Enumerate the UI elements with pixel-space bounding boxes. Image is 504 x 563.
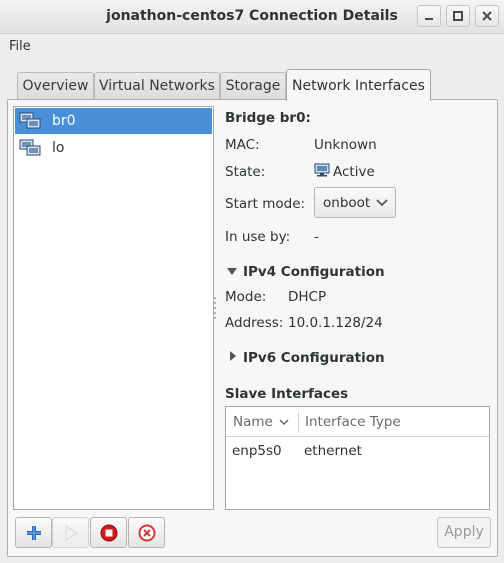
stop-interface-button[interactable] bbox=[90, 517, 127, 548]
interface-label: br0 bbox=[52, 113, 76, 129]
ipv4-address-value: 10.0.1.128/24 bbox=[288, 315, 383, 331]
minimize-button[interactable] bbox=[417, 5, 441, 27]
maximize-button[interactable] bbox=[446, 5, 470, 27]
ipv4-mode-value: DHCP bbox=[288, 289, 327, 305]
in-use-value: - bbox=[314, 229, 319, 245]
stop-icon bbox=[100, 524, 118, 542]
network-computer-icon bbox=[19, 112, 41, 129]
menu-bar: File bbox=[0, 34, 504, 60]
add-icon bbox=[27, 526, 41, 540]
chevron-down-icon bbox=[376, 199, 388, 207]
ipv4-heading[interactable]: IPv4 Configuration bbox=[243, 264, 385, 280]
column-header-interface-type[interactable]: Interface Type bbox=[305, 414, 401, 430]
slave-type-cell: ethernet bbox=[304, 443, 362, 459]
tab-overview[interactable]: Overview bbox=[17, 72, 94, 100]
minimize-icon bbox=[425, 18, 433, 20]
delete-interface-button[interactable] bbox=[128, 517, 165, 548]
ipv4-address-label: Address: bbox=[225, 315, 284, 331]
slave-interfaces-table[interactable]: Name Interface Type enp5s0 ethernet bbox=[225, 406, 490, 510]
slave-name-cell: enp5s0 bbox=[232, 443, 282, 459]
table-header: Name Interface Type bbox=[226, 407, 489, 437]
start-mode-select[interactable]: onboot bbox=[314, 187, 396, 218]
state-active-icon bbox=[314, 163, 330, 177]
state-label: State: bbox=[225, 164, 266, 180]
interface-row-br0[interactable]: br0 bbox=[15, 108, 212, 134]
apply-button[interactable]: Apply bbox=[437, 517, 491, 548]
menu-file[interactable]: File bbox=[9, 39, 31, 54]
state-value: Active bbox=[333, 164, 375, 180]
pane-resize-handle[interactable] bbox=[214, 297, 217, 321]
ipv6-heading[interactable]: IPv6 Configuration bbox=[243, 350, 385, 366]
interface-row-lo[interactable]: lo bbox=[15, 135, 212, 161]
mac-value: Unknown bbox=[314, 137, 377, 153]
close-icon bbox=[482, 11, 492, 21]
window-titlebar[interactable]: jonathon-centos7 Connection Details bbox=[0, 0, 504, 34]
start-mode-value: onboot bbox=[323, 195, 371, 211]
expander-collapsed-icon[interactable] bbox=[229, 351, 239, 362]
sort-chevron-icon bbox=[279, 419, 289, 426]
network-computer-icon bbox=[19, 139, 41, 156]
column-header-name[interactable]: Name bbox=[233, 414, 273, 430]
maximize-icon bbox=[453, 11, 463, 21]
start-mode-label: Start mode: bbox=[225, 196, 306, 212]
start-interface-button[interactable] bbox=[52, 517, 89, 548]
tab-storage[interactable]: Storage bbox=[220, 72, 286, 100]
add-interface-button[interactable] bbox=[15, 517, 52, 548]
interface-list[interactable]: br0 lo bbox=[13, 106, 214, 510]
slave-interfaces-heading: Slave Interfaces bbox=[225, 386, 349, 402]
tab-virtual-networks[interactable]: Virtual Networks bbox=[94, 72, 220, 100]
close-button[interactable] bbox=[475, 5, 499, 27]
in-use-label: In use by: bbox=[225, 229, 291, 245]
expander-expanded-icon[interactable] bbox=[227, 267, 237, 277]
interface-label: lo bbox=[52, 140, 65, 156]
bridge-heading: Bridge br0: bbox=[225, 110, 311, 126]
play-icon bbox=[65, 525, 78, 541]
mac-label: MAC: bbox=[225, 137, 260, 153]
delete-icon bbox=[138, 524, 156, 542]
tab-network-interfaces[interactable]: Network Interfaces bbox=[286, 69, 431, 101]
ipv4-mode-label: Mode: bbox=[225, 289, 267, 305]
